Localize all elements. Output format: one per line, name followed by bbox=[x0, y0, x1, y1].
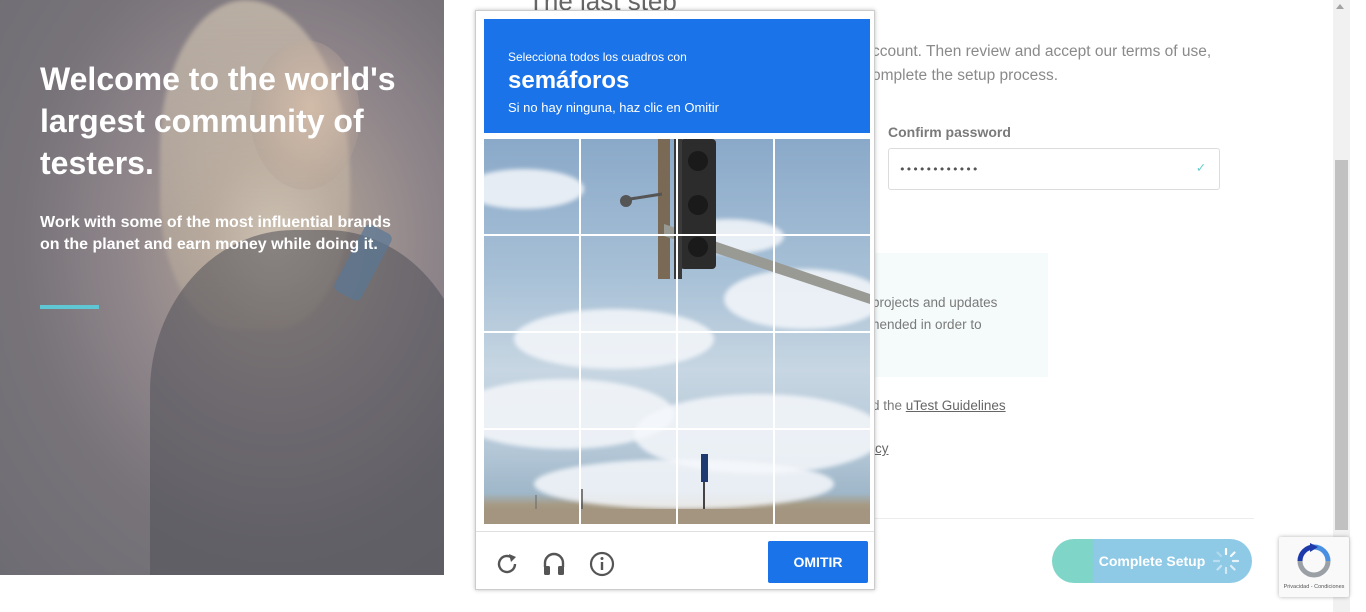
reload-icon[interactable] bbox=[494, 551, 520, 577]
captcha-header: Selecciona todos los cuadros con semáfor… bbox=[484, 19, 870, 133]
captcha-keyword: semáforos bbox=[508, 67, 630, 94]
hero-photo-body bbox=[150, 230, 444, 575]
grid-divider bbox=[484, 234, 870, 236]
complete-setup-button[interactable]: Complete Setup bbox=[1052, 539, 1252, 583]
guidelines-agreement: d the uTest Guidelines bbox=[872, 398, 1006, 413]
hero-title: Welcome to the world's largest community… bbox=[40, 61, 396, 181]
recaptcha-terms[interactable]: Privacidad - Condiciones bbox=[1279, 584, 1349, 590]
complete-setup-label: Complete Setup bbox=[1098, 553, 1206, 569]
intro-text: ccount. Then review and accept our terms… bbox=[872, 43, 1212, 84]
recaptcha-badge[interactable]: Privacidad - Condiciones bbox=[1279, 537, 1349, 597]
confirm-password-label: Confirm password bbox=[888, 124, 1011, 140]
utest-guidelines-link[interactable]: uTest Guidelines bbox=[906, 398, 1006, 413]
spinner-icon bbox=[1212, 547, 1240, 575]
recaptcha-logo-icon bbox=[1297, 543, 1331, 578]
scroll-up-arrow-icon[interactable] bbox=[1336, 4, 1344, 9]
hero-panel: Welcome to the world's largest community… bbox=[0, 0, 444, 575]
guidelines-prefix: d the bbox=[872, 398, 906, 413]
captcha-note: Si no hay ninguna, haz clic en Omitir bbox=[508, 100, 719, 115]
hero-accent-bar bbox=[40, 305, 99, 309]
confirm-password-field[interactable]: •••••••••••• ✓ bbox=[888, 148, 1220, 190]
captcha-instruction: Selecciona todos los cuadros con bbox=[508, 50, 687, 64]
info-text: projects and updates nended in order to bbox=[872, 295, 998, 332]
check-icon: ✓ bbox=[1196, 160, 1205, 176]
grid-divider bbox=[484, 428, 870, 430]
hero-subtitle: Work with some of the most influential b… bbox=[40, 214, 391, 253]
captcha-dialog: Selecciona todos los cuadros con semáfor… bbox=[475, 10, 875, 590]
confirm-password-value: •••••••••••• bbox=[899, 162, 979, 176]
info-icon[interactable] bbox=[589, 551, 615, 577]
headphones-icon[interactable] bbox=[541, 551, 567, 577]
skip-button[interactable]: OMITIR bbox=[768, 541, 868, 583]
grid-divider bbox=[484, 331, 870, 333]
divider bbox=[872, 518, 1254, 519]
scrollbar-thumb[interactable] bbox=[1335, 160, 1348, 530]
captcha-footer-divider bbox=[476, 531, 874, 532]
captcha-image-grid[interactable] bbox=[484, 139, 870, 524]
